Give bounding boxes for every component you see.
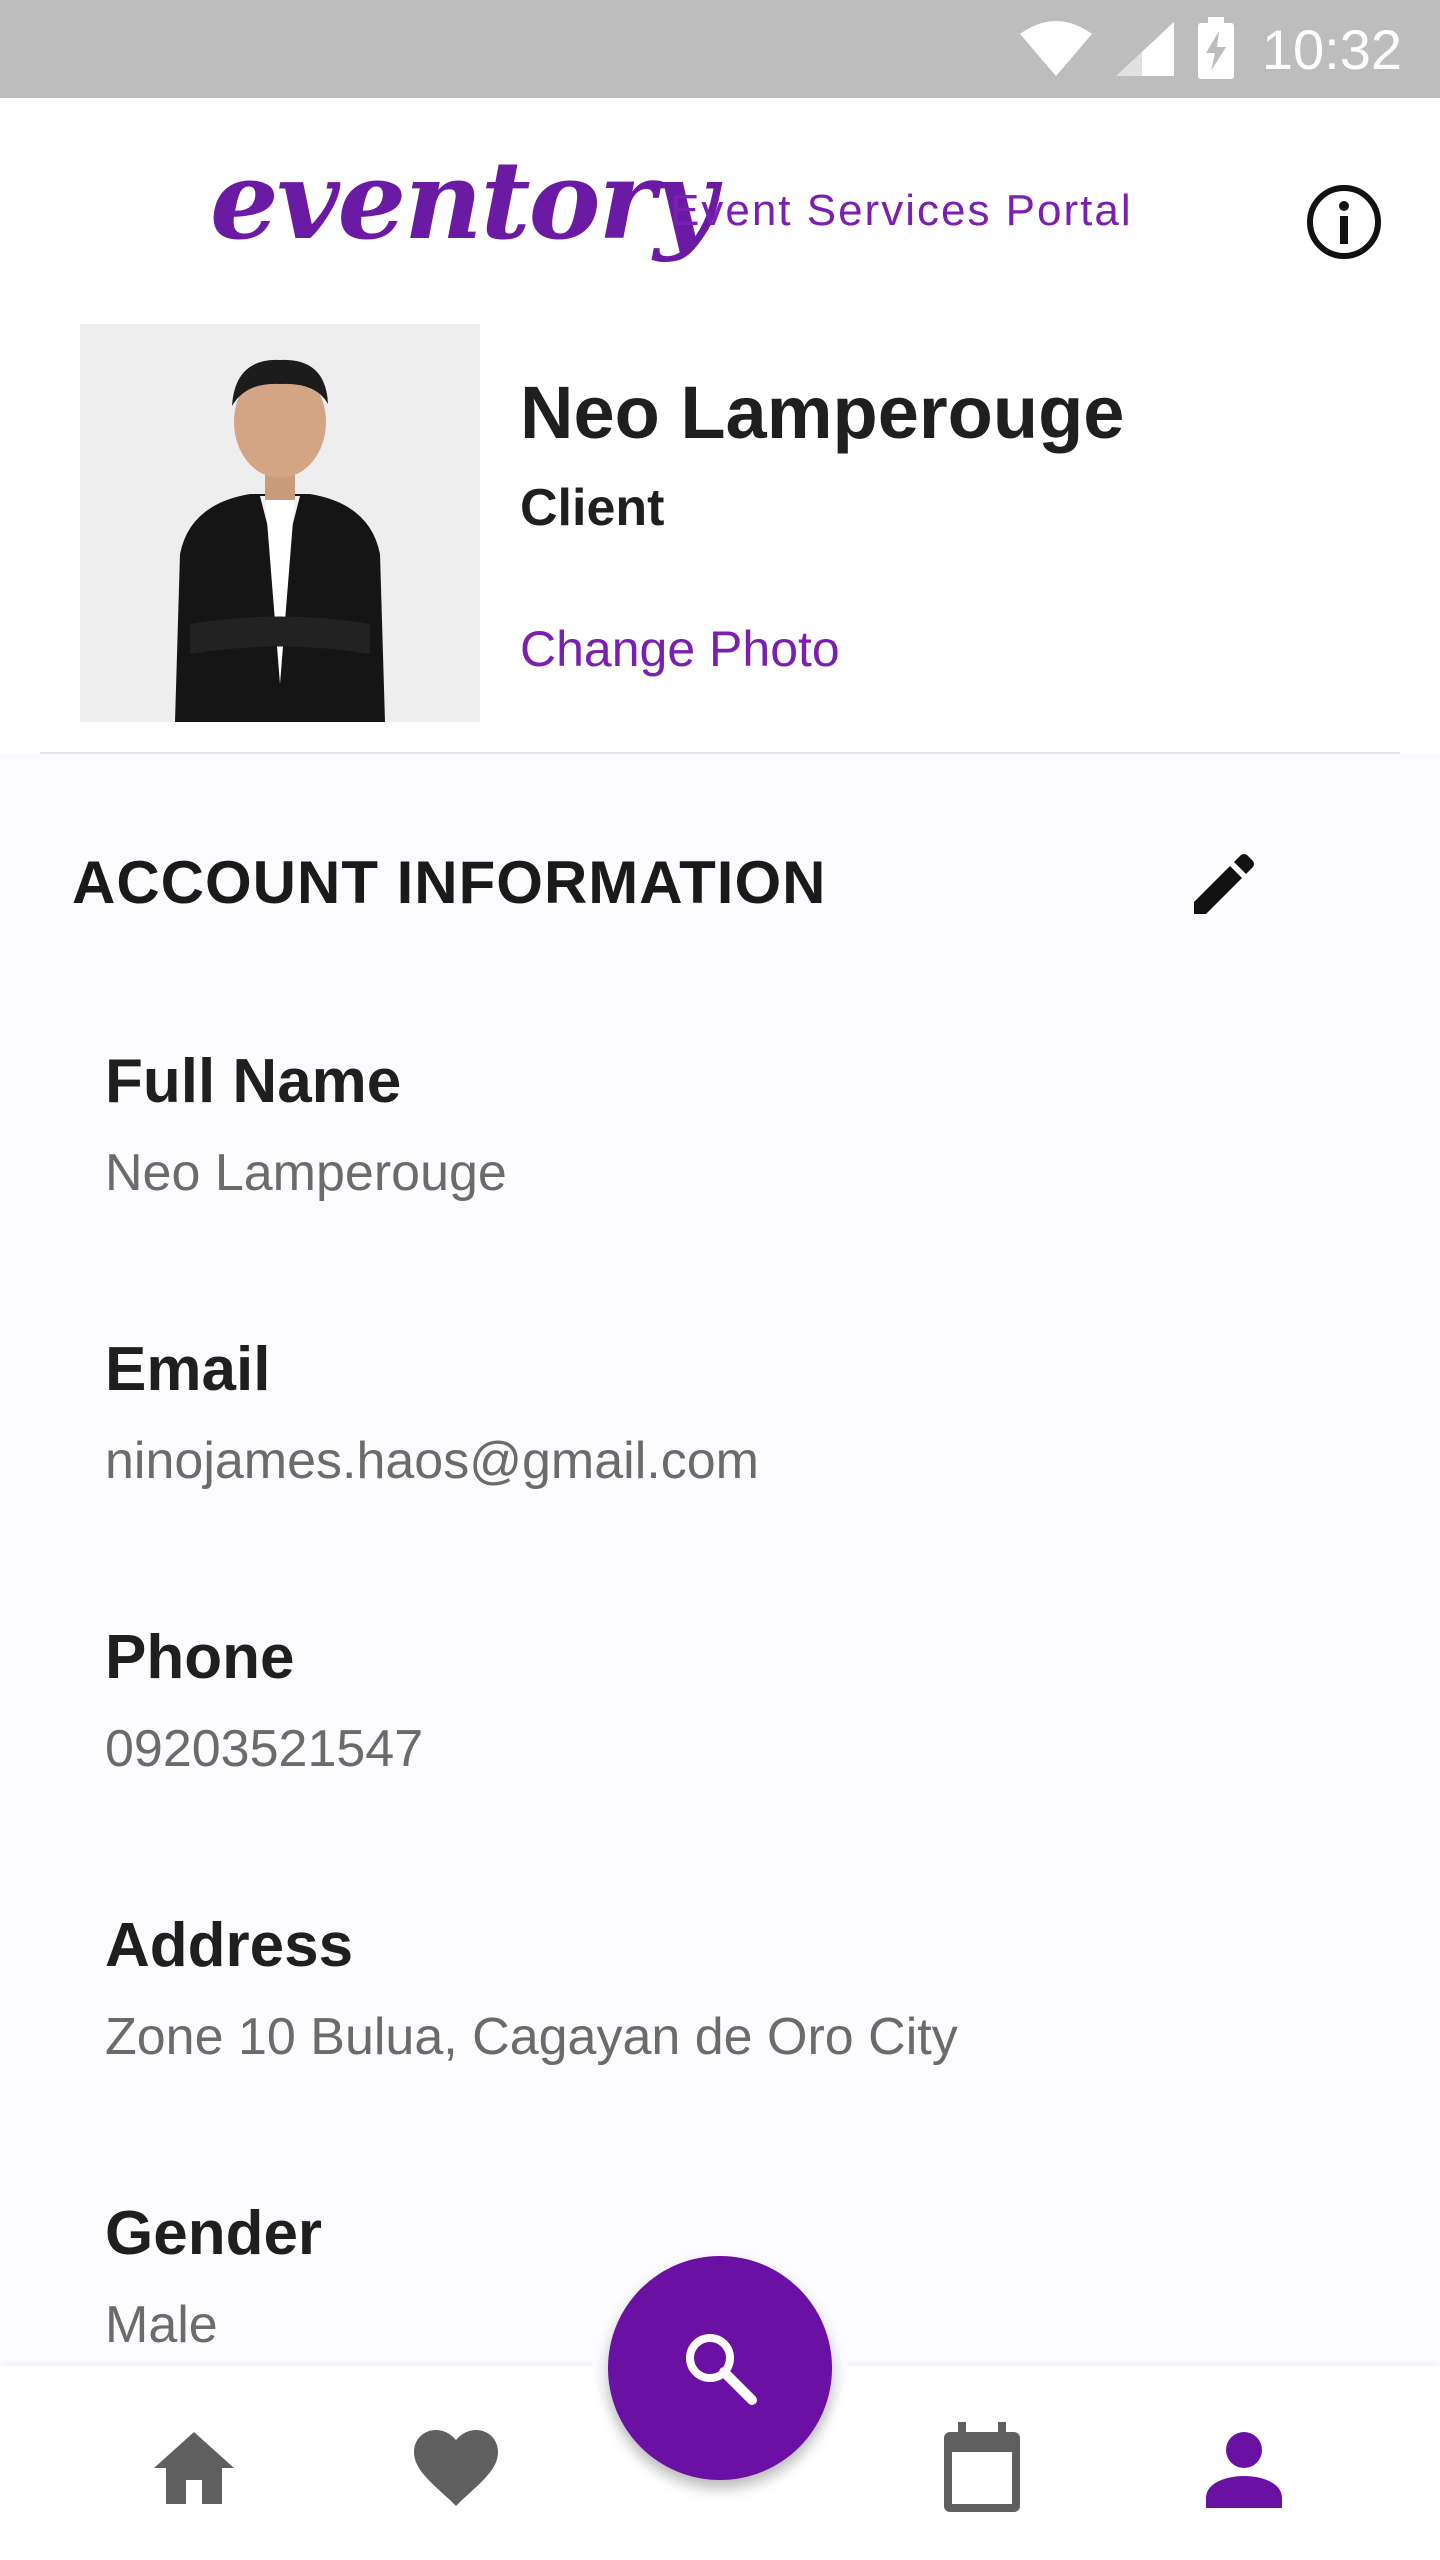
- edit-button[interactable]: [1180, 840, 1268, 928]
- heart-icon: [414, 2430, 498, 2506]
- profile-photo: [80, 324, 480, 722]
- nav-calendar[interactable]: [934, 2420, 1030, 2516]
- field-address: Address Zone 10 Bulua, Cagayan de Oro Ci…: [105, 1910, 1305, 2067]
- nav-profile[interactable]: [1196, 2420, 1292, 2516]
- field-phone: Phone 09203521547: [105, 1622, 1305, 1779]
- search-icon: [686, 2334, 757, 2405]
- field-full-name: Full Name Neo Lamperouge: [105, 1046, 1305, 1203]
- nav-favorites[interactable]: [408, 2420, 504, 2516]
- field-label: Email: [105, 1335, 271, 1404]
- section-title-account-information: ACCOUNT INFORMATION: [72, 849, 827, 916]
- home-icon: [154, 2432, 234, 2504]
- search-fab[interactable]: [608, 2256, 832, 2480]
- status-time: 10:32: [1261, 17, 1402, 81]
- profile-role: Client: [520, 479, 665, 537]
- field-value: 09203521547: [105, 1720, 424, 1778]
- nav-home[interactable]: [146, 2420, 242, 2516]
- cellular-signal-icon: [1115, 22, 1174, 76]
- eventory-logo: eventory: [210, 138, 716, 264]
- profile-summary: Neo Lamperouge Client Change Photo: [0, 308, 1440, 754]
- profile-name: Neo Lamperouge: [520, 371, 1125, 454]
- field-value: ninojames.haos@gmail.com: [105, 1432, 759, 1490]
- field-label: Phone: [105, 1623, 295, 1692]
- calendar-icon: [944, 2422, 1020, 2512]
- field-label: Full Name: [105, 1047, 402, 1116]
- app-header: eventory Event Services Portal: [0, 98, 1440, 308]
- person-icon: [1206, 2432, 1282, 2508]
- pencil-icon: [1194, 854, 1254, 914]
- battery-charging-icon: [1197, 17, 1234, 79]
- divider: [40, 752, 1400, 754]
- field-value: Neo Lamperouge: [105, 1144, 507, 1202]
- status-bar: 10:32: [0, 0, 1440, 98]
- wifi-icon: [1019, 21, 1092, 76]
- field-value: Zone 10 Bulua, Cagayan de Oro City: [105, 2008, 958, 2066]
- field-email: Email ninojames.haos@gmail.com: [105, 1334, 1305, 1491]
- info-button[interactable]: [1300, 178, 1388, 266]
- info-icon: [1307, 185, 1381, 259]
- profile-screen: 10:32 eventory Event Services Portal Neo…: [0, 0, 1440, 2560]
- header-subtitle: Event Services Portal: [670, 186, 1133, 235]
- field-label: Address: [105, 1911, 354, 1980]
- change-photo-link[interactable]: Change Photo: [520, 620, 840, 678]
